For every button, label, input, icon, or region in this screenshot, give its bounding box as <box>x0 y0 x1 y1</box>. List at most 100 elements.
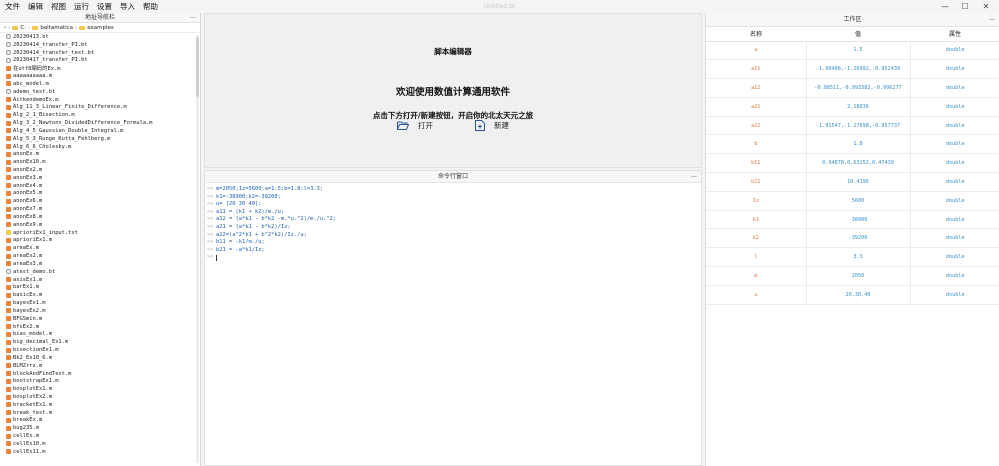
file-list-item[interactable]: atest_demo.bt <box>0 268 200 276</box>
file-list-item[interactable]: bootstrapEx1.m <box>0 377 200 385</box>
file-list-item[interactable]: anonEx9.m <box>0 221 200 229</box>
file-list-item[interactable]: anonEx4.m <box>0 182 200 190</box>
table-row[interactable]: u 20,30,40 double <box>706 285 999 305</box>
command-window-body[interactable]: >> m=2050;Iz=5600;a=1.5;b=1.8;l=3.3; >> k1=… <box>205 183 701 262</box>
menu-settings[interactable]: 设置 <box>94 0 115 13</box>
table-row[interactable]: a12 -0.98511,-0.993382,-0.996277 double <box>706 78 999 98</box>
file-list-item[interactable]: Alg_3_2_Newtons_DividedDifference_Formul… <box>0 119 200 127</box>
file-list-item[interactable]: cellEx10.m <box>0 440 200 448</box>
column-header-type[interactable]: 属性 <box>910 27 999 42</box>
file-list-item[interactable]: AitkendemoEx.m <box>0 96 200 104</box>
menu-import[interactable]: 导入 <box>117 0 138 13</box>
column-header-name[interactable]: 名称 <box>706 27 806 42</box>
file-list-item[interactable]: anonEx7.m <box>0 205 200 213</box>
m-file-icon <box>6 190 11 196</box>
maximize-button[interactable]: ☐ <box>956 0 974 13</box>
menu-run[interactable]: 运行 <box>71 0 92 13</box>
table-row[interactable]: b21 10.4196 double <box>706 172 999 192</box>
file-list-item[interactable]: bisectionEx1.m <box>0 346 200 354</box>
minimize-button[interactable]: — <box>936 0 954 13</box>
variable-value: 2.18036 <box>806 97 911 117</box>
file-list-item[interactable]: bayesEx2.m <box>0 307 200 315</box>
table-row[interactable]: k2 -39200 double <box>706 228 999 249</box>
table-row[interactable]: a22 -1.91547,-1.27698,-0.957737 double <box>706 116 999 136</box>
file-list-item[interactable]: Alg_6_6_Cholesky.m <box>0 143 200 151</box>
file-list-item[interactable]: areaEx3.m <box>0 260 200 268</box>
file-list-item[interactable]: anonEx.m <box>0 150 200 158</box>
file-list-item[interactable]: anonEx5.m <box>0 190 200 198</box>
file-list-item[interactable]: 20230413.bt <box>0 33 200 41</box>
m-file-icon <box>6 261 11 267</box>
menu-help[interactable]: 帮助 <box>140 0 161 13</box>
m-file-icon <box>6 300 11 306</box>
file-list-item[interactable]: big_decimal_Ex1.m <box>0 338 200 346</box>
collapse-icon[interactable]: — <box>691 171 697 183</box>
collapse-icon[interactable]: — <box>989 13 995 27</box>
menu-file[interactable]: 文件 <box>2 0 23 13</box>
m-file-icon <box>6 425 11 431</box>
scrollbar-track[interactable] <box>196 35 199 463</box>
menu-edit[interactable]: 编辑 <box>25 0 46 13</box>
file-list-item[interactable]: breakEx.m <box>0 417 200 425</box>
file-list-item[interactable]: 20230414_transfer_PI.bt <box>0 41 200 49</box>
file-list-item[interactable]: cellEx.m <box>0 432 200 440</box>
file-list-item[interactable]: anonEx8.m <box>0 213 200 221</box>
file-list-item[interactable]: aaaaaaaaaa.m <box>0 72 200 80</box>
table-row[interactable]: Iz 5600 double <box>706 191 999 211</box>
file-list-item[interactable]: blockAndFindTest.m <box>0 370 200 378</box>
file-list-item[interactable]: Alg_2_1_Bisection.m <box>0 111 200 119</box>
file-list-item[interactable]: axisEx1.m <box>0 276 200 284</box>
open-button[interactable]: 打开 <box>397 120 433 131</box>
table-row[interactable]: a 1.5 double <box>706 41 999 61</box>
command-window-panel[interactable]: 命令行窗口 — >> m=2050;Iz=5600;a=1.5;b=1.8;l=3… <box>204 170 702 466</box>
table-row[interactable]: a21 2.18036 double <box>706 97 999 117</box>
new-button[interactable]: 新建 <box>475 120 509 131</box>
file-list-item[interactable]: boxplotEx2.m <box>0 393 200 401</box>
file-list-item[interactable]: Bk2_Ex10_6.m <box>0 354 200 362</box>
file-list-item[interactable]: bracketEx1.m <box>0 401 200 409</box>
file-list-item[interactable]: aprioriEx1.m <box>0 237 200 245</box>
file-list-item[interactable]: anonEx2.m <box>0 166 200 174</box>
file-list-item[interactable]: bayesEx1.m <box>0 299 200 307</box>
file-list-item[interactable]: anonEx3.m <box>0 174 200 182</box>
file-list-item[interactable]: abc_model.m <box>0 80 200 88</box>
scrollbar-thumb[interactable] <box>196 37 199 97</box>
close-button[interactable]: ✕ <box>977 0 995 13</box>
variable-value: 3.3 <box>806 247 911 268</box>
menu-view[interactable]: 视图 <box>48 0 69 13</box>
file-list-item[interactable]: break_test.m <box>0 409 200 417</box>
file-list-item[interactable]: anonEx6.m <box>0 197 200 205</box>
file-list-item[interactable]: barEx1.m <box>0 284 200 292</box>
file-list-item[interactable]: bias_model.m <box>0 330 200 338</box>
file-list-item[interactable]: Alg_4_5_Gaussian_Double_Integral.m <box>0 127 200 135</box>
breadcrumb-folder[interactable]: baltamatica <box>40 25 73 31</box>
file-list-item[interactable]: anonEx10.m <box>0 158 200 166</box>
collapse-icon[interactable]: — <box>190 13 196 23</box>
file-list-item[interactable]: 在utf8编码的Ex.m <box>0 64 200 72</box>
file-list-item[interactable]: areaEx.m <box>0 244 200 252</box>
column-header-value[interactable]: 值 <box>806 27 910 42</box>
file-list-item[interactable]: bfsEx2.m <box>0 323 200 331</box>
file-list-item[interactable]: 20230414_transfer_test.bt <box>0 49 200 57</box>
table-row[interactable]: k1 -38900 double <box>706 210 999 230</box>
breadcrumb-folder[interactable]: examples <box>87 25 114 31</box>
file-list-item[interactable]: BFGSmin.m <box>0 315 200 323</box>
file-list-item[interactable]: Alg_11_3_Linear_Finite_Difference.m <box>0 103 200 111</box>
file-list-item[interactable]: bug235.m <box>0 424 200 432</box>
table-row[interactable]: b11 0.94878,0.63252,0.47439 double <box>706 153 999 174</box>
chevron-left-icon[interactable]: ‹ <box>4 25 6 31</box>
file-list-item[interactable]: areaEx2.m <box>0 252 200 260</box>
file-list-item[interactable]: boxplotEx1.m <box>0 385 200 393</box>
file-list-item[interactable]: Alg_5_3_Runge_Kutta_Fehlberg.m <box>0 135 200 143</box>
table-row[interactable]: a11 -1.90488,-1.26992,-0.952439 double <box>706 59 999 80</box>
file-list-item[interactable]: aprioriEx1_input.txt <box>0 229 200 237</box>
file-list-item[interactable]: BLMZrrz.m <box>0 362 200 370</box>
file-list-item[interactable]: 20230417_transfer_PI.bt <box>0 56 200 64</box>
table-row[interactable]: l 3.3 double <box>706 247 999 268</box>
table-row[interactable]: b 1.8 double <box>706 134 999 155</box>
file-list-item[interactable]: cellEx11.m <box>0 448 200 456</box>
table-row[interactable]: m 2050 double <box>706 266 999 286</box>
breadcrumb-drive[interactable]: C: <box>20 25 26 31</box>
file-list-item[interactable]: basicEx.m <box>0 291 200 299</box>
file-list-item[interactable]: ademo_test.bt <box>0 88 200 96</box>
